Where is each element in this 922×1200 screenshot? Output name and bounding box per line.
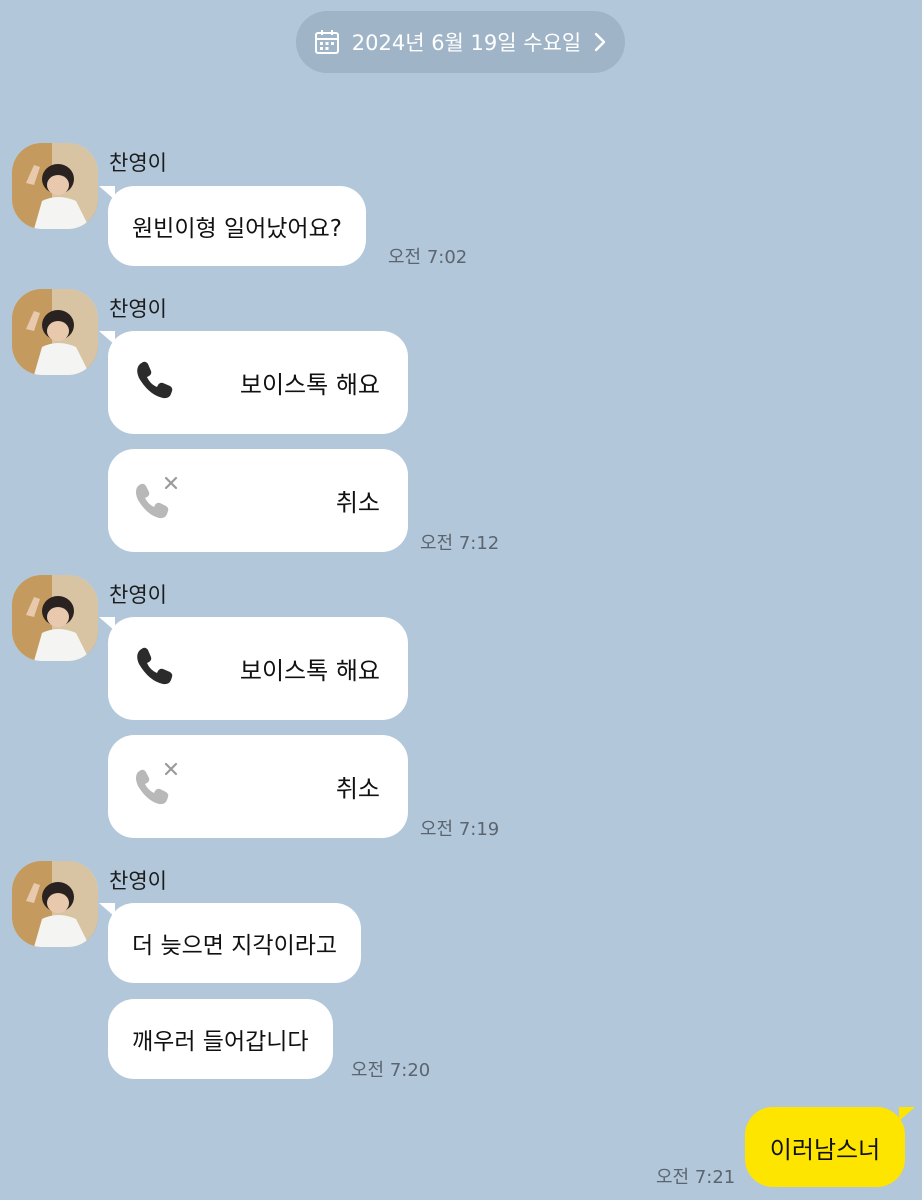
call-label: 취소 [335,775,380,803]
missed-call-icon [132,760,182,814]
voice-call-bubble[interactable]: 보이스톡 해요 [99,617,408,720]
avatar[interactable] [12,861,98,947]
message-time: 오전 7:20 [351,1060,431,1081]
calendar-icon [314,29,340,55]
date-pill[interactable]: 2024년 6월 19일 수요일 [296,11,625,73]
sender-name: 찬영이 [109,151,167,175]
message-time: 오전 7:19 [420,819,500,840]
message-bubble[interactable]: 원빈이형 일어났어요? [99,186,366,266]
message-time: 오전 7:02 [388,247,468,268]
chevron-right-icon [593,31,607,53]
missed-call-icon [132,474,182,528]
sender-name: 찬영이 [109,869,167,893]
sender-name: 찬영이 [109,583,167,607]
call-label: 보이스톡 해요 [239,657,380,685]
message-time: 오전 7:12 [420,533,500,554]
phone-icon [132,644,176,694]
avatar[interactable] [12,289,98,375]
my-message-text: 이러남스너 [769,1135,881,1164]
sender-name: 찬영이 [109,297,167,321]
message-bubble[interactable]: 더 늦으면 지각이라고 [98,903,362,983]
call-label: 보이스톡 해요 [239,371,380,399]
my-message-bubble[interactable]: 이러남스너 [745,1107,915,1187]
voice-call-bubble[interactable]: 보이스톡 해요 [99,331,408,434]
my-message-time: 오전 7:21 [656,1167,736,1188]
message-text: 원빈이형 일어났어요? [132,216,342,242]
message-bubble[interactable]: 깨우러 들어갑니다 [108,999,333,1079]
cancelled-call-bubble[interactable]: 취소 [108,449,408,552]
call-label: 취소 [335,489,380,517]
date-label: 2024년 6월 19일 수요일 [351,31,582,55]
cancelled-call-bubble[interactable]: 취소 [108,735,408,838]
phone-icon [132,358,176,408]
avatar[interactable] [12,575,98,661]
message-text: 깨우러 들어갑니다 [132,1029,309,1055]
message-text: 더 늦으면 지각이라고 [132,933,338,959]
avatar[interactable] [12,143,98,229]
